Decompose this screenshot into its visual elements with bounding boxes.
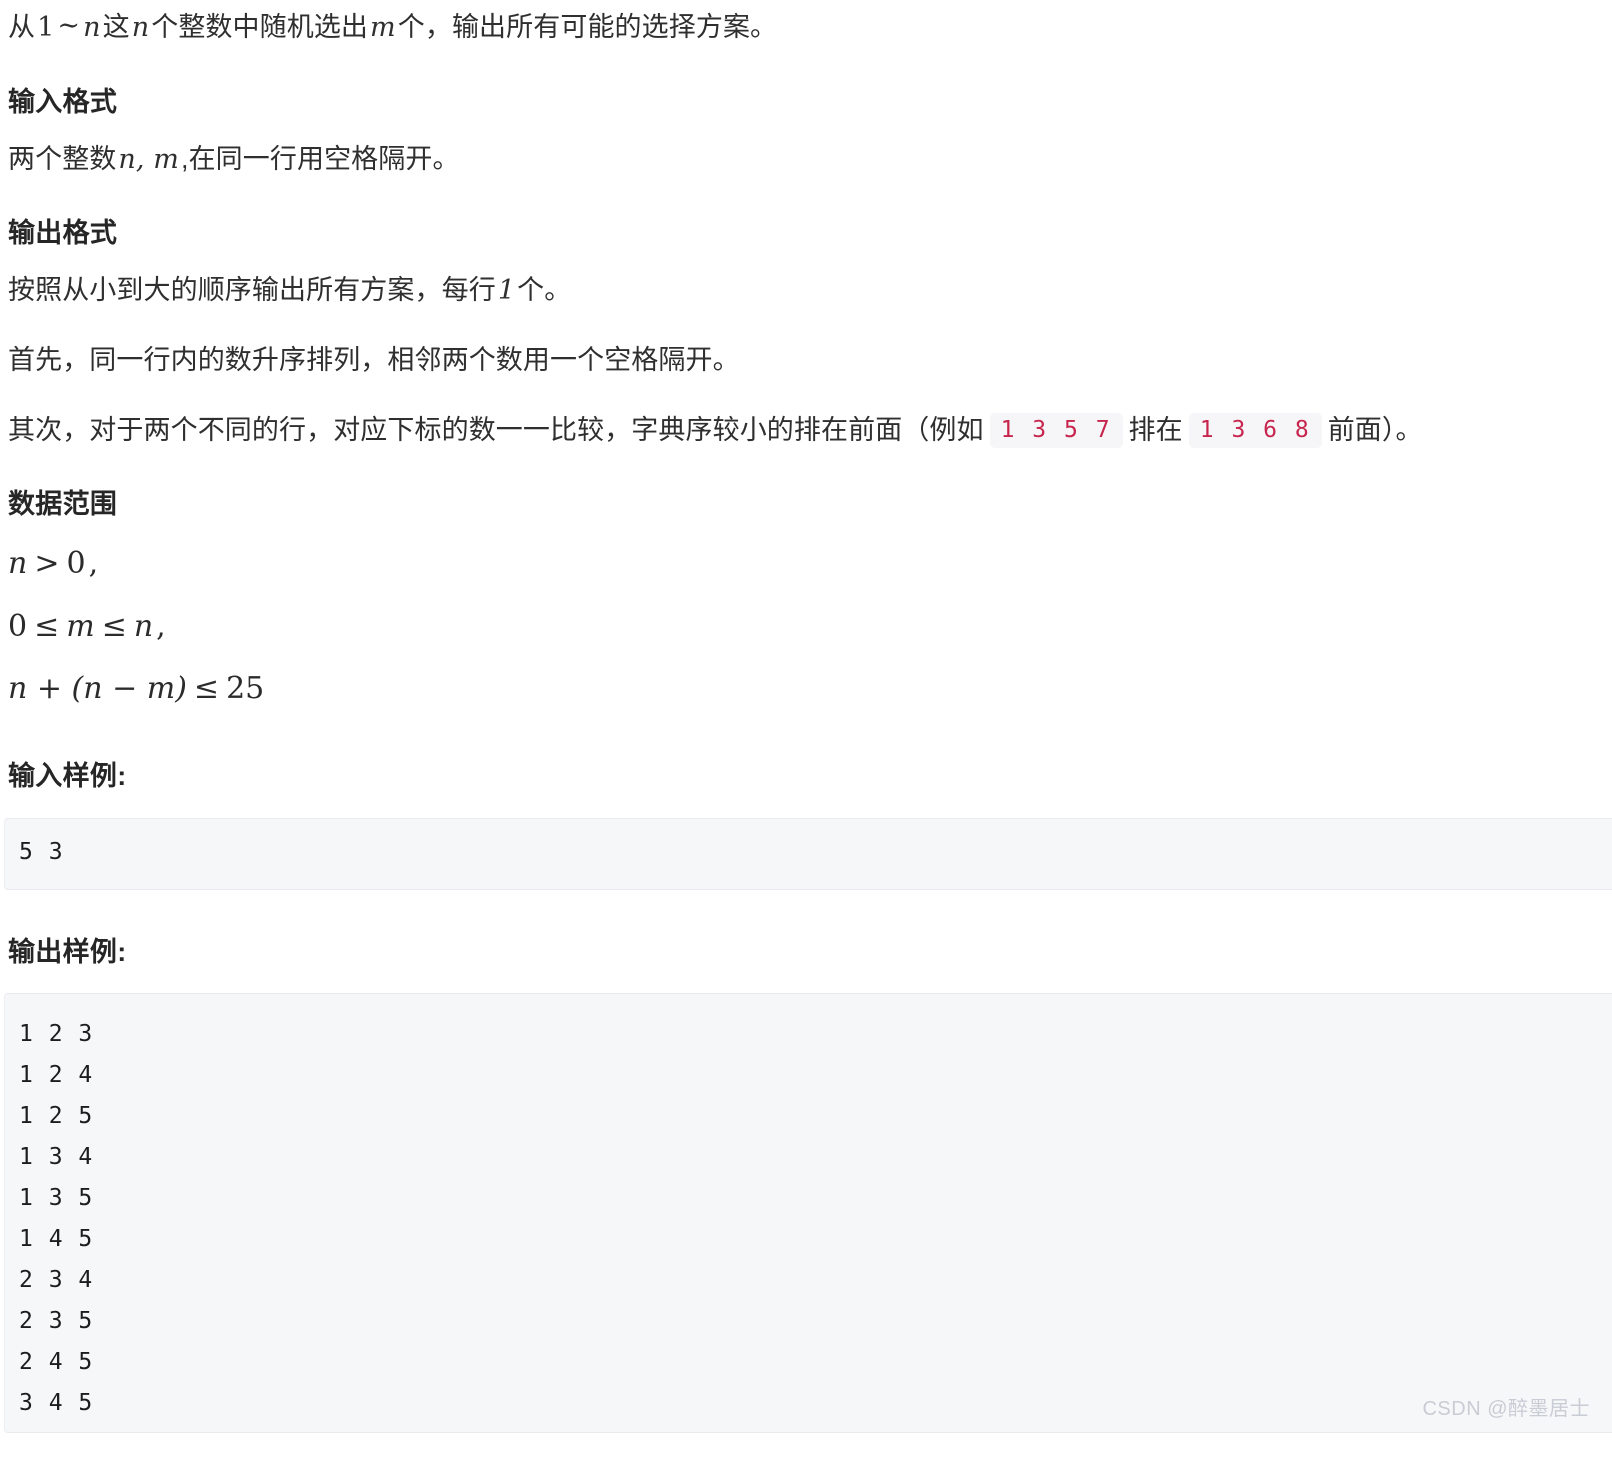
- output-format-paragraph-1: 按照从小到大的顺序输出所有方案，每行1个。: [8, 269, 1600, 313]
- constraint-2-tail: ,: [156, 608, 166, 644]
- output-sample-code-block: 1 2 3 1 2 4 1 2 5 1 3 4 1 3 5 1 4 5 2 3 4 2 3 5…: [4, 993, 1612, 1434]
- intro-range-start: 1: [37, 12, 55, 43]
- constraint-line-1: n >0,: [8, 540, 1600, 589]
- input-format-paragraph: 两个整数n, m,在同一行用空格隔开。: [8, 138, 1600, 182]
- output-format-p3-suffix: 前面）。: [1327, 414, 1423, 445]
- code-line: 1 2 5: [19, 1103, 94, 1130]
- constraint-1-lhs: n: [8, 546, 28, 582]
- constraint-2-rhs: n: [133, 608, 154, 644]
- constraint-2-mid: m: [66, 608, 95, 644]
- input-sample-code-block: 5 3: [4, 817, 1612, 890]
- intro-mid-1: 这: [102, 12, 130, 42]
- intro-paragraph: 从1 ∼ n这n个整数中随机选出m个，输出所有可能的选择方案。: [8, 6, 1600, 50]
- input-format-prefix: 两个整数: [8, 143, 117, 174]
- output-format-paragraph-3: 其次，对于两个不同的行，对应下标的数一一比较，字典序较小的排在前面（例如 1 3 …: [8, 409, 1600, 453]
- output-format-p1-prefix: 按照从小到大的顺序输出所有方案，每行: [8, 275, 496, 306]
- content-container-lower: 输出样例:: [0, 934, 1612, 972]
- constraint-line-3: n + (n − m) ≤25: [8, 665, 1600, 714]
- heading-input-format: 输入格式: [8, 86, 118, 117]
- intro-prefix: 从: [8, 12, 36, 42]
- code-line: 2 4 5: [19, 1349, 94, 1376]
- heading-output-sample: 输出样例:: [8, 936, 127, 967]
- input-format-math: n, m: [118, 143, 179, 175]
- heading-input-sample: 输入样例:: [8, 760, 127, 791]
- constraint-2-op-1: ≤: [34, 608, 60, 644]
- intro-mid-2: 个整数中随机选出: [151, 12, 369, 42]
- output-format-p3-mid: 排在: [1128, 414, 1183, 445]
- code-line: 1 4 5: [19, 1226, 94, 1253]
- inline-code-example-1: 1 3 5 7: [989, 412, 1123, 448]
- constraint-line-2: 0 ≤ m ≤ n,: [8, 603, 1600, 652]
- code-line: 5 3: [19, 838, 64, 865]
- code-line: 1 3 5: [19, 1185, 94, 1212]
- code-line: 2 3 5: [19, 1308, 94, 1335]
- intro-range-math: 1 ∼ n: [35, 10, 103, 43]
- output-format-p1-math: 1: [497, 275, 516, 307]
- constraint-1-rhs: 0: [66, 546, 86, 582]
- code-line: 1 2 4: [19, 1062, 94, 1089]
- output-format-p3-prefix: 其次，对于两个不同的行，对应下标的数一一比较，字典序较小的排在前面（例如: [8, 414, 984, 445]
- intro-suffix: 个，输出所有可能的选择方案。: [397, 12, 778, 42]
- constraint-3-rhs: 25: [226, 671, 265, 707]
- content-container: 从1 ∼ n这n个整数中随机选出m个，输出所有可能的选择方案。 输入格式 两个整数n…: [0, 6, 1612, 796]
- constraint-1-op: >: [34, 546, 60, 582]
- output-format-paragraph-2: 首先，同一行内的数升序排列，相邻两个数用一个空格隔开。: [8, 344, 740, 375]
- intro-n-math: n: [131, 12, 150, 43]
- inline-code-example-2: 1 3 6 8: [1188, 412, 1322, 448]
- output-format-p1-suffix: 个。: [517, 275, 572, 306]
- code-line: 1 3 4: [19, 1144, 94, 1171]
- constraint-1-tail: ,: [88, 546, 99, 582]
- heading-output-format: 输出格式: [8, 218, 118, 249]
- code-line: 1 2 3: [19, 1021, 94, 1048]
- csdn-watermark: CSDN @醉墨居士: [1422, 1398, 1590, 1421]
- constraint-3-op: ≤: [193, 671, 220, 707]
- heading-data-range: 数据范围: [8, 489, 118, 520]
- intro-range-end: n: [83, 12, 101, 43]
- constraint-2-op-2: ≤: [101, 608, 127, 644]
- code-line: 3 4 5: [19, 1390, 94, 1417]
- data-range-constraints: n >0, 0 ≤ m ≤ n, n + (n − m) ≤25: [8, 540, 1600, 714]
- code-line: 2 3 4: [19, 1267, 94, 1294]
- problem-statement-page: 从1 ∼ n这n个整数中随机选出m个，输出所有可能的选择方案。 输入格式 两个整数n…: [0, 6, 1612, 1434]
- constraint-2-lhs: 0: [8, 608, 28, 644]
- input-format-suffix: ,在同一行用空格隔开。: [180, 143, 460, 174]
- constraint-3-lhs: n + (n − m): [8, 671, 187, 707]
- intro-m-math: m: [370, 12, 396, 43]
- intro-tilde: ∼: [57, 10, 81, 41]
